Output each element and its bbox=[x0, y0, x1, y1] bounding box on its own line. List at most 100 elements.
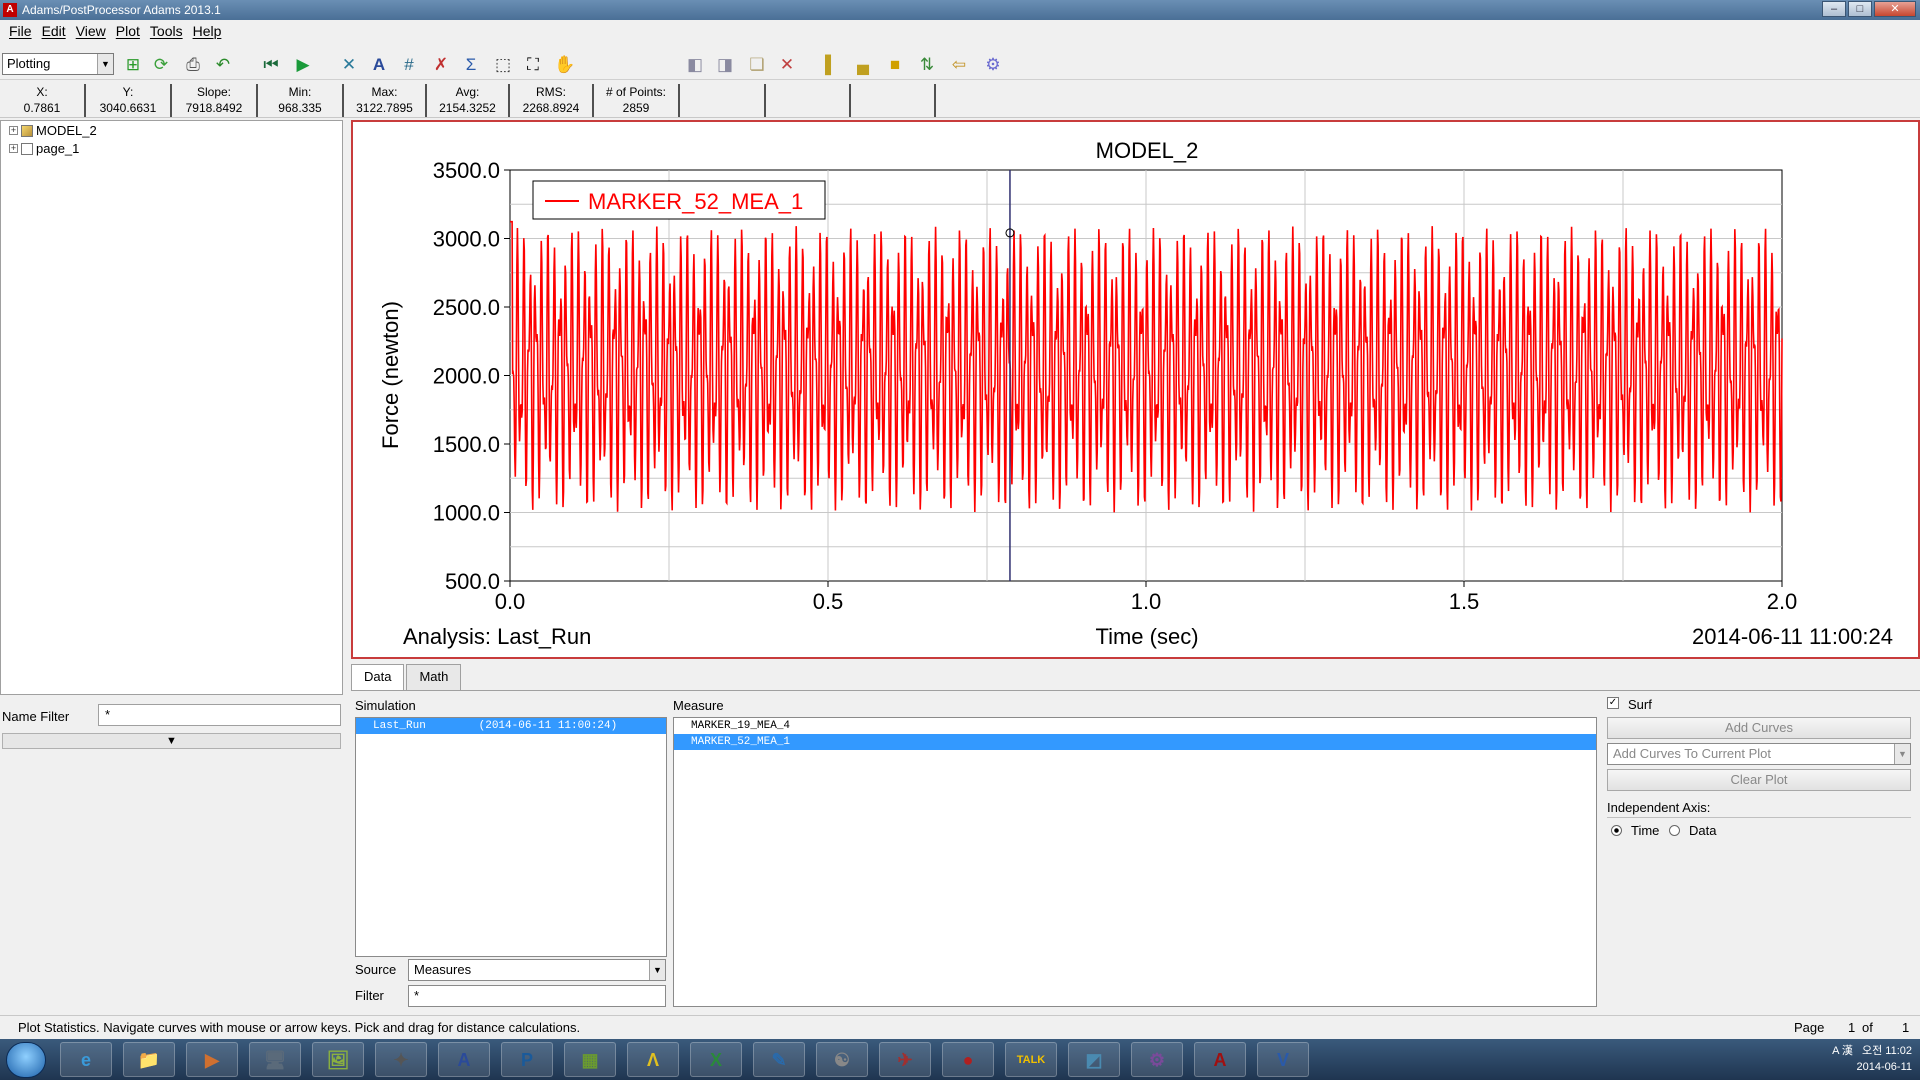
layout-full-icon[interactable]: ■ bbox=[884, 54, 906, 76]
expand-icon[interactable]: + bbox=[9, 144, 18, 153]
plot-statistics-bar: X: 0.7861 Y: 3040.6631 Slope: 7918.8492 … bbox=[0, 82, 1920, 118]
tab-data[interactable]: Data bbox=[351, 664, 405, 690]
settings-gear-icon[interactable]: ⚙ bbox=[982, 54, 1004, 76]
menu-file[interactable]: File bbox=[4, 23, 37, 39]
fit-icon[interactable]: ⛶ bbox=[522, 54, 544, 76]
menu-edit[interactable]: Edit bbox=[37, 23, 71, 39]
taskbar-app-icon[interactable]: A bbox=[438, 1042, 490, 1077]
time-radio-label: Time bbox=[1631, 823, 1660, 838]
start-button[interactable] bbox=[6, 1042, 46, 1078]
stat-label: Max: bbox=[371, 85, 398, 99]
curve-edit-icon[interactable]: ✗ bbox=[430, 54, 452, 76]
status-bar: Plot Statistics. Navigate curves with mo… bbox=[0, 1015, 1920, 1039]
minimize-button[interactable]: – bbox=[1822, 1, 1846, 17]
layout-left-icon[interactable]: ▌ bbox=[820, 54, 842, 76]
clear-plot-button[interactable]: Clear Plot bbox=[1607, 769, 1911, 791]
taskbar-app-icon[interactable]: P bbox=[501, 1042, 553, 1077]
bottom-tabs: Data Math bbox=[351, 664, 463, 690]
stat-value: 968.335 bbox=[278, 101, 322, 115]
mode-select[interactable]: Plotting ▼ bbox=[2, 53, 114, 75]
taskbar-app-icon[interactable]: ▦ bbox=[564, 1042, 616, 1077]
taskbar-app-icon[interactable]: V bbox=[1257, 1042, 1309, 1077]
system-tray: A 漢 오전 11:02 2014-06-11 bbox=[1832, 1043, 1912, 1075]
taskbar-app-icon[interactable]: 🖥 bbox=[249, 1042, 301, 1077]
tree-item-page[interactable]: + page_1 bbox=[9, 141, 79, 156]
taskbar-app-icon[interactable]: 📁 bbox=[123, 1042, 175, 1077]
taskbar-app-icon[interactable]: ✈ bbox=[879, 1042, 931, 1077]
measure-list[interactable]: MARKER_19_MEA_4 MARKER_52_MEA_1 bbox=[673, 717, 1597, 1007]
stat-points: # of Points: 2859 bbox=[594, 84, 680, 117]
copy-page-icon[interactable]: ❏ bbox=[746, 54, 768, 76]
stat-slope: Slope: 7918.8492 bbox=[172, 84, 258, 117]
tab-math[interactable]: Math bbox=[406, 664, 462, 690]
name-filter-row: Name Filter * bbox=[0, 700, 343, 732]
zoom-box-icon[interactable]: ⬚ bbox=[492, 54, 514, 76]
layout-bottom-icon[interactable]: ▄ bbox=[852, 54, 874, 76]
stat-label: Avg: bbox=[455, 85, 480, 99]
list-item[interactable]: MARKER_52_MEA_1 bbox=[674, 734, 1596, 750]
collapse-toggle[interactable]: ▼ bbox=[2, 733, 341, 749]
tree-item-label: MODEL_2 bbox=[36, 123, 97, 138]
add-curves-mode-select[interactable]: Add Curves To Current Plot ▼ bbox=[1607, 743, 1911, 765]
x-axis-label: Time (sec) bbox=[1095, 624, 1198, 649]
taskbar-app-icon[interactable]: A bbox=[1194, 1042, 1246, 1077]
print-icon[interactable]: ⎙ bbox=[182, 54, 204, 76]
menu-help[interactable]: Help bbox=[188, 23, 227, 39]
taskbar-app-icon[interactable]: e bbox=[60, 1042, 112, 1077]
x-tick-label: 1.0 bbox=[1131, 589, 1162, 614]
taskbar-app-icon[interactable]: ⚙ bbox=[1131, 1042, 1183, 1077]
taskbar-app-icon[interactable]: ● bbox=[942, 1042, 994, 1077]
clock-time[interactable]: 오전 11:02 bbox=[1862, 1045, 1912, 1057]
expand-icon[interactable]: + bbox=[9, 126, 18, 135]
plot-canvas[interactable]: MODEL_2 0.0 0.5 1.0 1.5 2.0500.01000.01500.0… bbox=[353, 122, 1918, 657]
clock-date[interactable]: 2014-06-11 bbox=[1857, 1061, 1912, 1073]
taskbar-app-icon[interactable]: ◩ bbox=[1068, 1042, 1120, 1077]
list-item[interactable]: Last_Run (2014-06-11 11:00:24) bbox=[356, 718, 666, 734]
import-icon[interactable]: ⇦ bbox=[948, 54, 970, 76]
tree-item-model[interactable]: + MODEL_2 bbox=[9, 123, 97, 138]
new-page-icon[interactable]: ⊞ bbox=[122, 54, 144, 76]
next-page-icon[interactable]: ◨ bbox=[714, 54, 736, 76]
taskbar-app-icon[interactable]: 🖼 bbox=[312, 1042, 364, 1077]
plot-frame[interactable]: MODEL_2 0.0 0.5 1.0 1.5 2.0 500.0 1000.0 1500.0… bbox=[351, 120, 1920, 659]
taskbar-app-icon[interactable]: X bbox=[690, 1042, 742, 1077]
time-radio[interactable] bbox=[1611, 825, 1622, 836]
filter-input[interactable]: * bbox=[408, 985, 666, 1007]
filter-label: Filter bbox=[355, 988, 384, 1003]
menu-view[interactable]: View bbox=[71, 23, 111, 39]
taskbar-app-icon[interactable]: ☯ bbox=[816, 1042, 868, 1077]
taskbar-app-icon[interactable]: ▶ bbox=[186, 1042, 238, 1077]
taskbar-app-icon[interactable]: Λ bbox=[627, 1042, 679, 1077]
simulation-label: Simulation bbox=[355, 698, 416, 713]
timestamp-label: 2014-06-11 11:00:24 bbox=[1692, 624, 1893, 649]
play-icon[interactable]: ▶ bbox=[292, 54, 314, 76]
simulation-list[interactable]: Last_Run (2014-06-11 11:00:24) bbox=[355, 717, 667, 957]
menu-plot[interactable]: Plot bbox=[111, 23, 145, 39]
surf-checkbox[interactable]: ✓ bbox=[1607, 697, 1619, 709]
name-filter-input[interactable]: * bbox=[98, 704, 341, 726]
pan-hand-icon[interactable]: ✋ bbox=[554, 54, 576, 76]
y-tick-label: 500.0 bbox=[445, 569, 500, 594]
menu-tools[interactable]: Tools bbox=[145, 23, 188, 39]
taskbar-app-icon[interactable]: ✎ bbox=[753, 1042, 805, 1077]
close-button[interactable]: ✕ bbox=[1874, 1, 1916, 17]
undo-icon[interactable]: ↶ bbox=[212, 54, 234, 76]
list-item[interactable]: MARKER_19_MEA_4 bbox=[674, 718, 1596, 734]
taskbar-app-icon[interactable]: TALK bbox=[1005, 1042, 1057, 1077]
sigma-icon[interactable]: Σ bbox=[460, 54, 482, 76]
data-radio[interactable] bbox=[1669, 825, 1680, 836]
swap-icon[interactable]: ⇅ bbox=[916, 54, 938, 76]
toggle-axes-icon[interactable]: ✕ bbox=[338, 54, 360, 76]
grid-icon[interactable]: # bbox=[398, 54, 420, 76]
source-select[interactable]: Measures ▼ bbox=[408, 959, 666, 981]
reload-icon[interactable]: ⟳ bbox=[150, 54, 172, 76]
ime-indicator[interactable]: A 漢 bbox=[1832, 1045, 1853, 1057]
add-curves-button[interactable]: Add Curves bbox=[1607, 717, 1911, 739]
delete-page-icon[interactable]: ✕ bbox=[776, 54, 798, 76]
text-icon[interactable]: A bbox=[368, 54, 390, 76]
maximize-button[interactable]: □ bbox=[1848, 1, 1872, 17]
taskbar-app-icon[interactable]: ✦ bbox=[375, 1042, 427, 1077]
rewind-icon[interactable]: ⏮ bbox=[260, 54, 282, 76]
stat-value: 2154.3252 bbox=[439, 101, 496, 115]
previous-page-icon[interactable]: ◧ bbox=[684, 54, 706, 76]
